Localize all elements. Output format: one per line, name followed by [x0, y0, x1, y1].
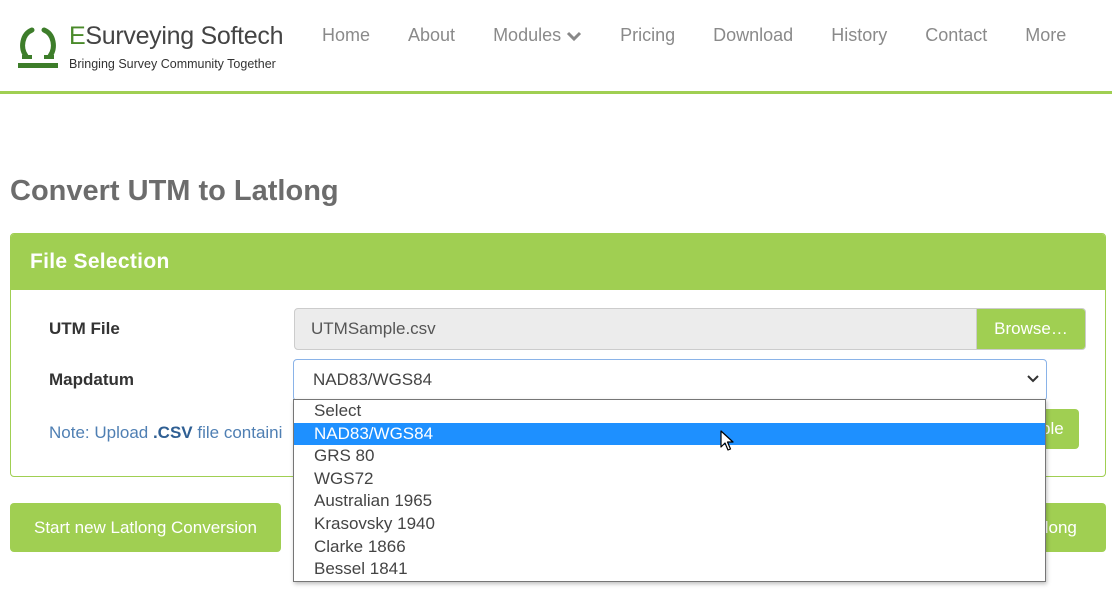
start-new-conversion-button[interactable]: Start new Latlong Conversion	[10, 503, 281, 552]
dropdown-option[interactable]: Australian 1965	[294, 490, 1045, 513]
mapdatum-selected-value: NAD83/WGS84	[313, 370, 433, 389]
mouse-cursor-icon	[720, 430, 734, 451]
mapdatum-label: Mapdatum	[49, 370, 134, 389]
utm-file-input[interactable]: UTMSample.csv Browse…	[294, 308, 1086, 350]
nav-modules-label: Modules	[493, 25, 562, 45]
chevron-down-icon	[567, 31, 582, 41]
dropdown-option[interactable]: Bessel 1841	[294, 558, 1045, 581]
utm-file-name: UTMSample.csv	[311, 319, 436, 338]
logo-mark-icon	[18, 27, 58, 68]
nav-history[interactable]: History	[831, 25, 887, 46]
browse-button[interactable]: Browse…	[976, 309, 1085, 349]
dropdown-option-highlighted[interactable]: NAD83/WGS84	[294, 422, 1045, 446]
brand-logo[interactable]: ESurveying Softech Bringing Survey Commu…	[16, 22, 286, 74]
nav-more[interactable]: More	[1025, 25, 1066, 46]
page-title: Convert UTM to Latlong	[10, 175, 339, 207]
navbar: ESurveying Softech Bringing Survey Commu…	[0, 0, 1112, 94]
mapdatum-dropdown-list: Select NAD83/WGS84 GRS 80 WGS72 Australi…	[293, 399, 1046, 582]
mapdatum-select[interactable]: NAD83/WGS84	[293, 359, 1047, 401]
dropdown-option[interactable]: Select	[294, 400, 1045, 423]
select-chevron-icon	[1027, 375, 1039, 383]
nav-contact[interactable]: Contact	[925, 25, 987, 46]
brand-tagline: Bringing Survey Community Together	[69, 57, 276, 71]
main-nav: Home About Modules Pricing Download Hist…	[322, 25, 1066, 46]
nav-download[interactable]: Download	[713, 25, 793, 46]
utm-file-label: UTM File	[49, 319, 120, 338]
nav-home[interactable]: Home	[322, 25, 370, 46]
page: ESurveying Softech Bringing Survey Commu…	[0, 0, 1112, 615]
dropdown-option[interactable]: Krasovsky 1940	[294, 513, 1045, 536]
panel-heading: File Selection	[11, 234, 1105, 290]
nav-pricing[interactable]: Pricing	[620, 25, 675, 46]
convert-to-latlong-button[interactable]: tlong	[1040, 503, 1106, 552]
dropdown-option[interactable]: WGS72	[294, 468, 1045, 491]
dropdown-option[interactable]: GRS 80	[294, 445, 1045, 468]
dropdown-option[interactable]: Clarke 1866	[294, 536, 1045, 559]
nav-about[interactable]: About	[408, 25, 455, 46]
sample-button[interactable]: ple	[1041, 409, 1079, 449]
upload-note: Note: Upload .CSV file containi	[49, 423, 283, 442]
brand-name: ESurveying Softech	[69, 22, 284, 50]
nav-modules[interactable]: Modules	[493, 25, 582, 46]
